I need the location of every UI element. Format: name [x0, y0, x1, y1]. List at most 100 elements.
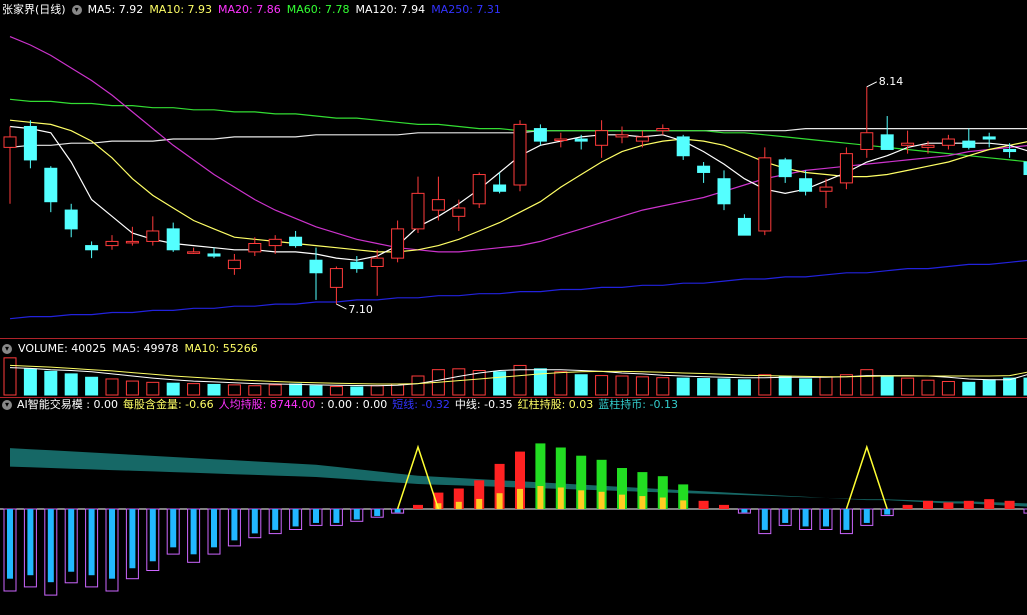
blue-column: [333, 509, 340, 523]
yellow-column: [476, 498, 483, 509]
volume-bar: [676, 377, 690, 396]
candle-body: [962, 140, 976, 148]
indicator-chart[interactable]: [0, 398, 1027, 615]
candle-body: [635, 136, 649, 142]
blue-column: [843, 509, 850, 530]
high-marker: [866, 81, 878, 88]
indicator-item: AI智能交易模 : 0.00: [17, 398, 118, 411]
volume-bar: [778, 375, 792, 396]
volume-bar: [717, 378, 731, 396]
low-label: 7.10: [348, 303, 373, 316]
indicator-panel: ▾ AI智能交易模 : 0.00 每股含金量: -0.66 人均持股: 8744…: [0, 398, 1027, 615]
candle-body: [737, 217, 751, 236]
blue-column: [884, 509, 891, 515]
blue-column: [272, 509, 279, 530]
volume-bar: [921, 379, 935, 396]
volume-bar: [982, 379, 996, 396]
candle-body: [595, 130, 609, 146]
indicator-header: ▾ AI智能交易模 : 0.00 每股含金量: -0.66 人均持股: 8744…: [0, 398, 678, 412]
candle-body: [227, 259, 241, 270]
candle-body: [1003, 148, 1017, 153]
blue-column: [149, 509, 156, 562]
candle-body: [676, 136, 690, 157]
volume-bar: [23, 368, 37, 396]
volume-bar: [635, 376, 649, 396]
red-column: [923, 500, 933, 509]
low-marker: [336, 303, 347, 310]
indicator-item: 中线: -0.35: [454, 398, 513, 411]
settings-dropdown-icon[interactable]: ▾: [71, 5, 82, 15]
candle-body: [166, 228, 180, 251]
indicator-item: 每股含金量: -0.66: [122, 398, 214, 411]
yellow-column: [578, 490, 585, 509]
candlestick-chart[interactable]: 8.14 7.10: [0, 0, 1027, 338]
candle-body: [880, 134, 894, 150]
price-panel: 张家界(日线) ▾ MA5: 7.92 MA10: 7.93 MA20: 7.8…: [0, 0, 1027, 338]
yellow-column: [639, 496, 646, 509]
candle-body: [554, 138, 568, 142]
red-column: [1004, 500, 1015, 509]
ma250-label: MA250: 7.31: [431, 3, 501, 16]
indicator-item: 蓝柱持币: -0.13: [598, 398, 678, 411]
red-column: [902, 504, 913, 509]
blue-column: [231, 509, 238, 541]
blue-column: [129, 509, 136, 569]
ma10-label: MA10: 7.93: [149, 3, 213, 16]
volume-bar: [85, 376, 99, 396]
candle-body: [513, 123, 527, 186]
indicator-dropdown-icon[interactable]: ▾: [2, 400, 12, 410]
volume-bar: [411, 375, 425, 396]
volume-bar: [248, 385, 262, 396]
red-column: [963, 500, 974, 509]
blue-column: [88, 509, 95, 576]
candle-body: [125, 240, 139, 244]
ma120-label: MA120: 7.94: [355, 3, 426, 16]
volume-dropdown-icon[interactable]: ▾: [2, 344, 12, 354]
volume-panel: ▾ VOLUME: 40025 MA5: 49978 MA10: 55266: [0, 340, 1027, 397]
volume-bar: [615, 375, 629, 396]
volume-bar: [1003, 377, 1017, 396]
volume-bar: [187, 383, 201, 396]
volume-bar: [574, 374, 588, 396]
candle-body: [44, 167, 58, 203]
ma60-label: MA60: 7.78: [286, 3, 350, 16]
volume-bar: [3, 357, 17, 396]
candle-body: [268, 238, 282, 247]
candle-body: [248, 243, 262, 253]
volume-ma10: MA10: 55266: [184, 342, 258, 355]
candle-body: [778, 159, 792, 178]
volume-bar: [227, 384, 241, 396]
candle-body: [717, 178, 731, 205]
high-label: 8.14: [879, 75, 904, 88]
blue-column: [353, 509, 360, 520]
blue-column: [211, 509, 217, 548]
indicator-item: 短线: -0.32: [392, 398, 450, 411]
candle-body: [493, 184, 507, 192]
blue-column: [47, 509, 54, 583]
blue-column: [741, 509, 748, 513]
volume-bar: [554, 371, 568, 396]
volume-bar: [901, 377, 915, 396]
candle-body: [533, 128, 547, 142]
candle-body: [656, 128, 670, 132]
candle-body: [615, 134, 629, 138]
blue-column: [292, 509, 299, 527]
volume-bar: [207, 383, 221, 396]
candle-body: [941, 138, 955, 146]
blue-column: [68, 509, 75, 572]
indicator-item: : 0.00 : 0.00: [320, 398, 388, 411]
volume-bar: [329, 386, 343, 396]
volume-bar: [289, 383, 303, 396]
candle-body: [23, 125, 37, 161]
red-column: [413, 504, 423, 509]
blue-column: [802, 509, 809, 527]
yellow-column: [598, 491, 605, 509]
volume-bar: [595, 375, 609, 396]
volume-bar: [125, 380, 139, 396]
yellow-column: [680, 500, 687, 509]
candle-body: [839, 153, 853, 184]
blue-column: [823, 509, 829, 527]
volume-ma5: MA5: 49978: [112, 342, 179, 355]
yellow-column: [619, 494, 625, 509]
blue-column: [761, 509, 768, 530]
